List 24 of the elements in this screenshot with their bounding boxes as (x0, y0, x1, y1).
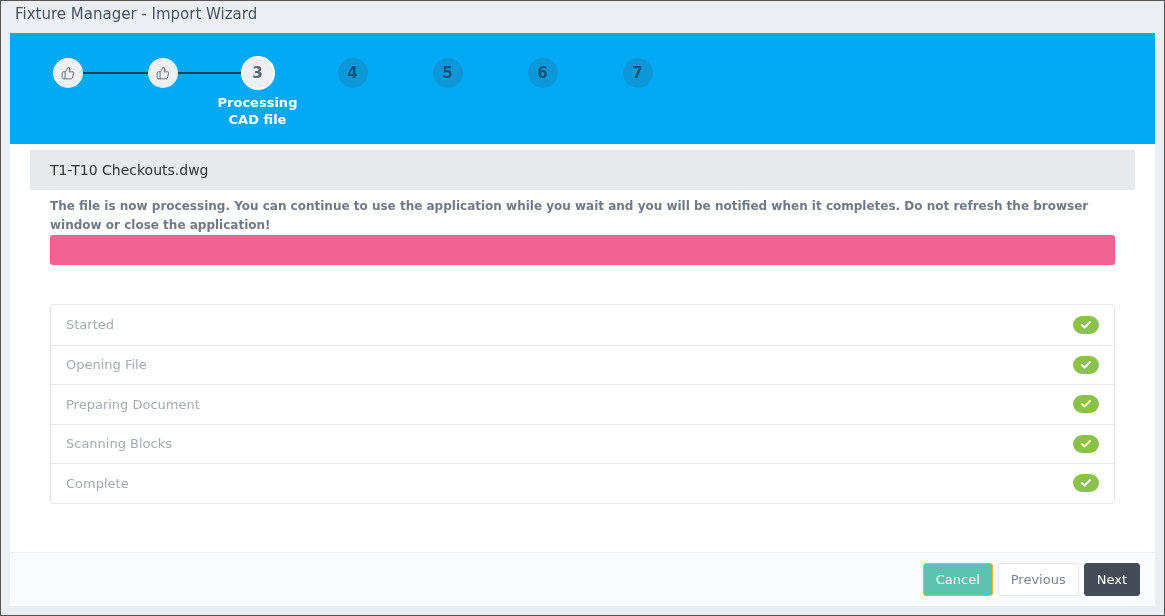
cancel-button[interactable]: Cancel (922, 563, 993, 596)
step-number: 4 (347, 62, 358, 84)
step-number: 6 (537, 62, 548, 84)
processing-message: The file is now processing. You can continue to use the application while you wait and you will be notified when it completes. Do not refresh the browser window or close the application! (50, 198, 1090, 234)
step-number: 7 (632, 62, 643, 84)
step-label: Processing CAD file (216, 94, 299, 128)
thumbs-up-icon (60, 66, 75, 80)
thumbs-up-icon (155, 66, 170, 80)
file-name: T1-T10 Checkouts.dwg (50, 160, 209, 180)
previous-button[interactable]: Previous (997, 563, 1079, 596)
task-label: Complete (66, 474, 129, 493)
window-title: Fixture Manager - Import Wizard (15, 5, 258, 23)
check-icon (1080, 358, 1092, 371)
step-number: 3 (252, 62, 263, 84)
check-icon (1080, 437, 1092, 450)
next-button[interactable]: Next (1083, 563, 1140, 596)
task-label: Scanning Blocks (66, 435, 172, 453)
task-label: Opening File (66, 356, 147, 374)
check-icon (1080, 477, 1092, 490)
check-icon (1080, 318, 1092, 331)
check-icon (1080, 398, 1092, 411)
task-label: Preparing Document (66, 395, 200, 414)
task-label: Started (66, 316, 114, 334)
step-number: 5 (442, 62, 453, 84)
